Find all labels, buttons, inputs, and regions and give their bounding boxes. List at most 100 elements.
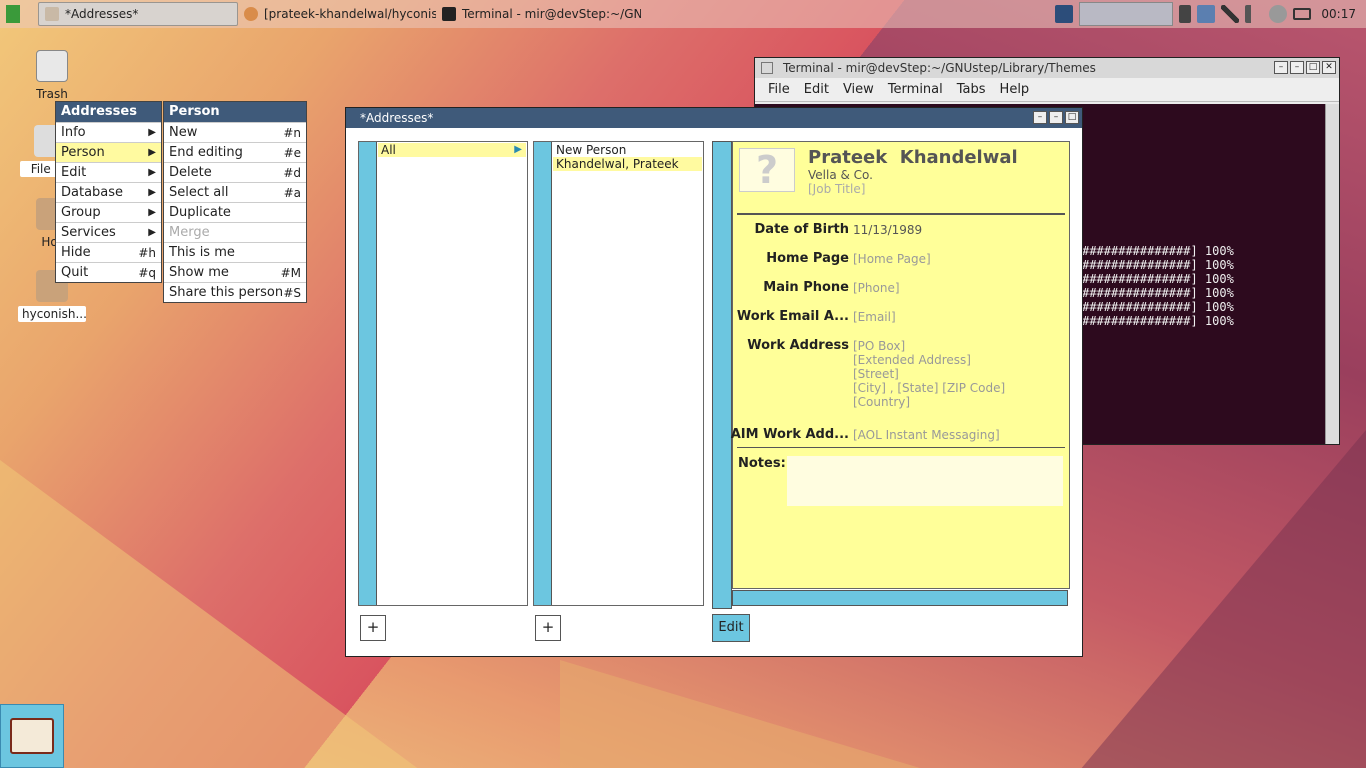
groups-scroller[interactable] — [359, 142, 377, 605]
menu-item-quit[interactable]: Quit #q — [56, 262, 161, 282]
maximize-icon[interactable]: □ — [1306, 61, 1320, 74]
volume-icon[interactable] — [1245, 5, 1264, 23]
phone-label: Main Phone — [763, 280, 849, 295]
terminal-scrollbar[interactable] — [1325, 104, 1339, 444]
task-browser[interactable]: [prateek-khandelwal/hyconis... — [238, 2, 436, 26]
terminal-menubar: File Edit View Terminal Tabs Help — [755, 78, 1339, 102]
task-addresses[interactable]: *Addresses* — [38, 2, 238, 26]
add-group-button[interactable]: + — [360, 615, 386, 641]
person-company: Vella & Co. — [808, 168, 873, 182]
people-list[interactable]: New Person Khandelwal, Prateek — [533, 141, 704, 606]
shortcut-label: #a — [283, 185, 301, 200]
workspace-icon[interactable] — [1055, 5, 1074, 23]
terminal-icon — [442, 7, 456, 21]
shortcut-label: #d — [283, 165, 301, 180]
edit-button[interactable]: Edit — [712, 614, 750, 642]
shortcut-label: #S — [283, 285, 301, 300]
card-scroller[interactable] — [712, 141, 732, 609]
shade-icon[interactable]: – — [1049, 111, 1063, 124]
menu-item-info[interactable]: Info ▶ — [56, 122, 161, 142]
person-job-title: [Job Title] — [808, 182, 866, 196]
menu-terminal[interactable]: Terminal — [881, 82, 950, 97]
workspace-switcher[interactable] — [1079, 2, 1174, 26]
card-divider — [737, 213, 1065, 215]
notes-field[interactable] — [787, 456, 1063, 506]
menu-help[interactable]: Help — [993, 82, 1037, 97]
people-scroller[interactable] — [534, 142, 552, 605]
task-terminal[interactable]: Terminal - mir@devStep:~/GN... — [436, 2, 641, 26]
dock-addresses-app[interactable] — [0, 704, 64, 768]
clipboard-icon[interactable] — [1179, 5, 1192, 23]
menu-item-end-editing[interactable]: End editing #e — [164, 142, 306, 162]
maximize-icon[interactable]: □ — [1065, 111, 1079, 124]
menu-tabs[interactable]: Tabs — [950, 82, 993, 97]
menu-item-delete[interactable]: Delete #d — [164, 162, 306, 182]
minimize-icon[interactable]: – — [1033, 111, 1047, 124]
submenu-arrow-icon: ▶ — [148, 227, 156, 238]
menu-item-select-all[interactable]: Select all #a — [164, 182, 306, 202]
trash-icon — [36, 50, 68, 82]
close-icon[interactable]: ✕ — [1322, 61, 1336, 74]
address-street: [Street] — [853, 367, 899, 381]
person-name: Prateek Khandelwal — [808, 147, 1018, 168]
menu-item-database[interactable]: Database ▶ — [56, 182, 161, 202]
person-row[interactable]: Khandelwal, Prateek — [553, 157, 702, 171]
addresses-window: *Addresses* – – □ All ▶ New Person Khand… — [345, 107, 1083, 657]
menu-item-edit[interactable]: Edit ▶ — [56, 162, 161, 182]
settings-gear-icon[interactable] — [1269, 5, 1288, 23]
top-panel: *Addresses* [prateek-khandelwal/hyconis.… — [0, 0, 1366, 28]
task-label: Terminal - mir@devStep:~/GN... — [462, 7, 641, 21]
menu-item-label: Show me — [169, 265, 229, 280]
menu-item-group[interactable]: Group ▶ — [56, 202, 161, 222]
add-person-button[interactable]: + — [535, 615, 561, 641]
clock[interactable]: 00:17 — [1321, 7, 1356, 21]
menu-item-services[interactable]: Services ▶ — [56, 222, 161, 242]
battery-icon[interactable] — [1293, 8, 1312, 20]
menu-item-label: Info — [61, 125, 86, 140]
menu-item-this-is-me[interactable]: This is me — [164, 242, 306, 262]
addresses-title: *Addresses* — [360, 111, 434, 125]
menu-item-person[interactable]: Person ▶ — [56, 142, 161, 162]
person-row[interactable]: New Person — [553, 143, 702, 157]
group-label: All — [381, 143, 396, 157]
applications-menu-button[interactable] — [0, 0, 26, 28]
shade-icon[interactable]: – — [1290, 61, 1304, 74]
desktop-icon-trash[interactable]: Trash — [30, 50, 74, 102]
address-city-state-zip: [City] , [State] [ZIP Code] — [853, 381, 1006, 395]
menu-view[interactable]: View — [836, 82, 881, 97]
addresses-content: All ▶ New Person Khandelwal, Prateek ? P… — [346, 128, 1082, 656]
dob-value: 11/13/1989 — [853, 223, 923, 237]
dob-label: Date of Birth — [754, 222, 849, 237]
menu-item-label: Duplicate — [169, 205, 231, 220]
menu-item-merge: Merge — [164, 222, 306, 242]
terminal-titlebar[interactable]: Terminal - mir@devStep:~/GNUstep/Library… — [755, 58, 1339, 78]
card-horizontal-scroller[interactable] — [732, 590, 1068, 606]
menu-item-label: Database — [61, 185, 124, 200]
menu-item-duplicate[interactable]: Duplicate — [164, 202, 306, 222]
addresses-titlebar[interactable]: *Addresses* – – □ — [346, 108, 1082, 128]
menu-file[interactable]: File — [761, 82, 797, 97]
menu-item-hide[interactable]: Hide #h — [56, 242, 161, 262]
menu-item-new[interactable]: New #n — [164, 122, 306, 142]
app-menu-icon — [6, 5, 20, 23]
flag-icon[interactable] — [1197, 5, 1216, 23]
menu-item-label: Select all — [169, 185, 229, 200]
shortcut-label: #h — [138, 245, 156, 260]
desktop-icon-label: hyconish... — [18, 306, 87, 322]
menu-item-label: Edit — [61, 165, 87, 180]
submenu-arrow-icon: ▶ — [148, 207, 156, 218]
groups-list[interactable]: All ▶ — [358, 141, 528, 606]
menu-item-show-me[interactable]: Show me #M — [164, 262, 306, 282]
menu-item-label: End editing — [169, 145, 243, 160]
window-menu-icon[interactable] — [761, 62, 773, 74]
minimize-icon[interactable]: – — [1274, 61, 1288, 74]
pen-icon[interactable] — [1221, 5, 1240, 23]
menu-edit[interactable]: Edit — [797, 82, 836, 97]
menu-item-label: Group — [61, 205, 101, 220]
person-photo[interactable]: ? — [739, 148, 795, 192]
group-row-all[interactable]: All ▶ — [378, 143, 526, 157]
menu-item-share[interactable]: Share this person #S — [164, 282, 306, 302]
address-book-icon — [10, 718, 54, 754]
wallpaper-shape — [560, 660, 920, 768]
disclosure-arrow-icon: ▶ — [514, 144, 522, 155]
